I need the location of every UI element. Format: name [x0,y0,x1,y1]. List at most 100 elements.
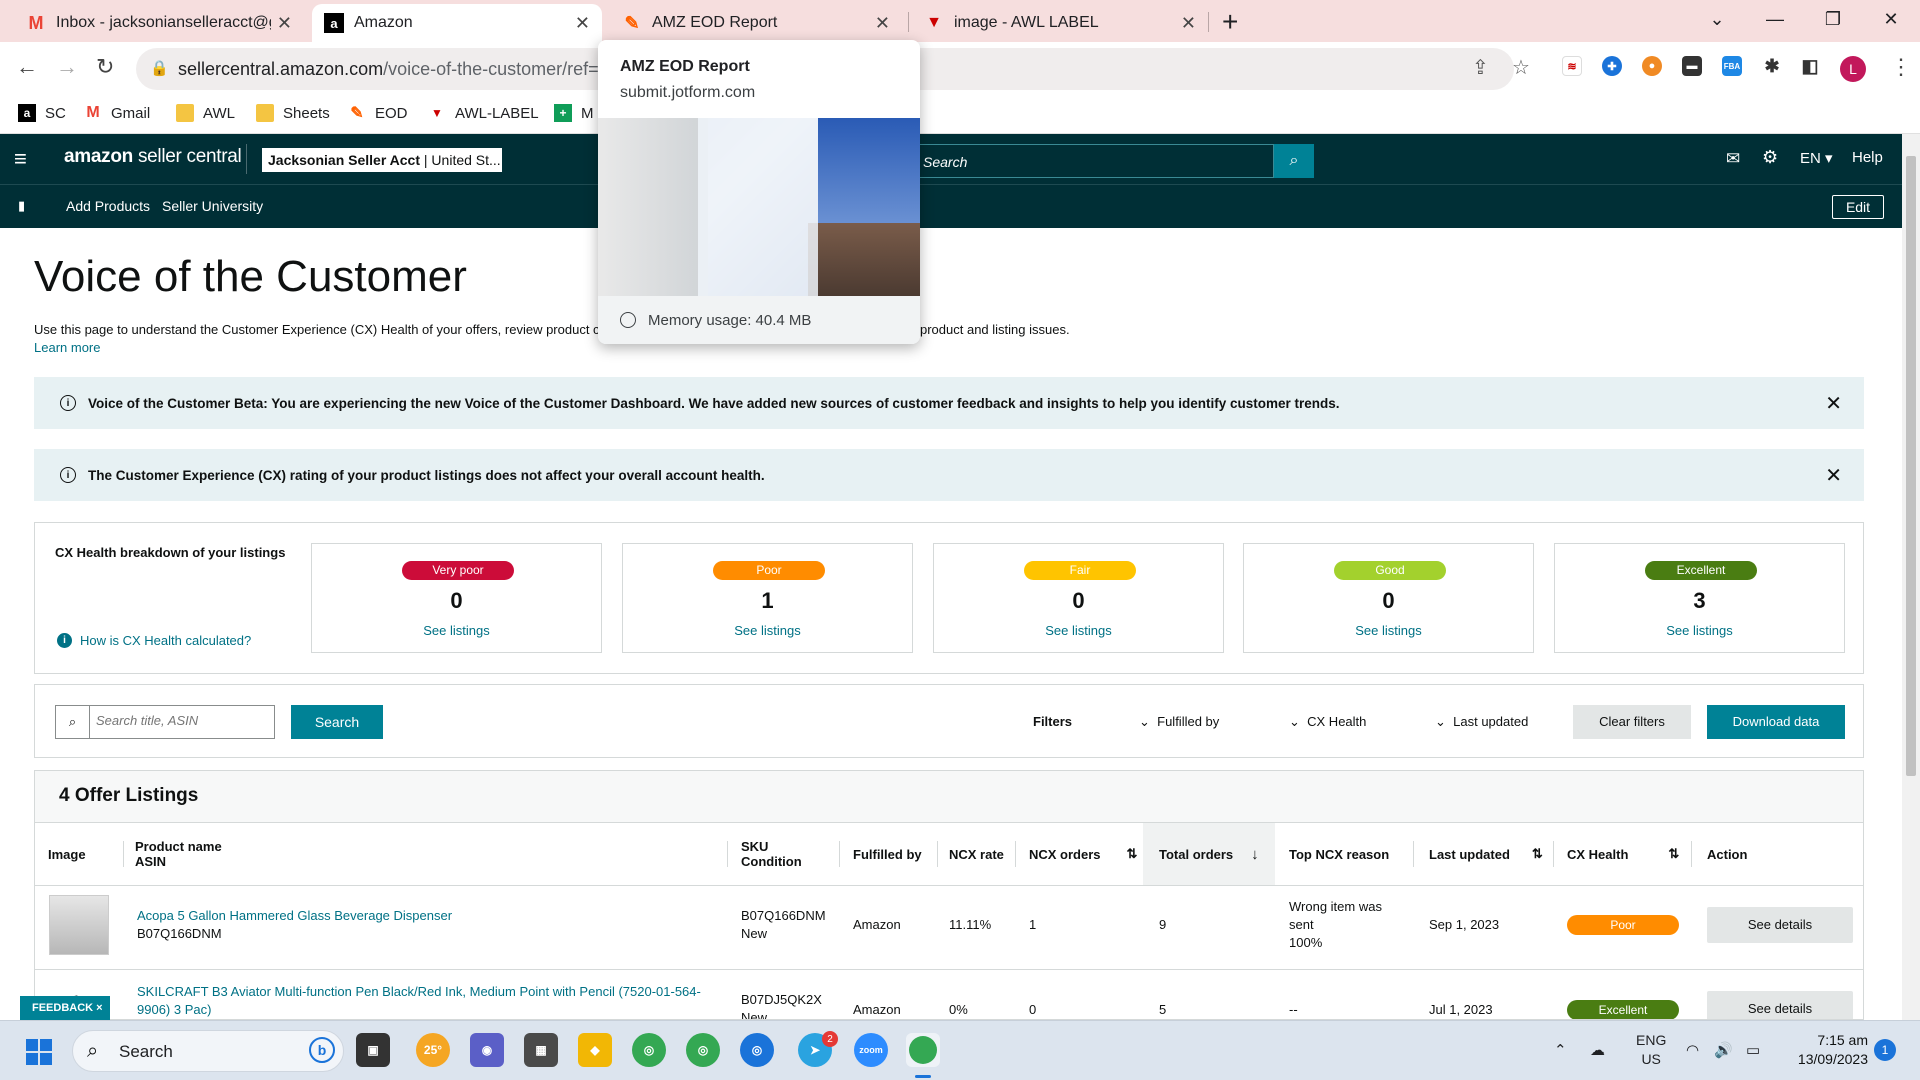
app-icon[interactable]: ◆ [578,1033,612,1067]
tab-awl-label[interactable]: ▼ image - AWL LABEL ✕ [912,4,1208,42]
fulfilled-by-filter[interactable]: ⌄ Fulfilled by [1139,714,1219,730]
notification-badge[interactable]: 1 [1874,1039,1896,1061]
extensions-puzzle-icon[interactable]: ✱ [1762,56,1782,76]
download-data-button[interactable]: Download data [1707,705,1845,739]
sort-icon[interactable]: ⇅ [1668,846,1679,862]
new-tab-button[interactable]: + [1222,6,1238,38]
see-details-button[interactable]: See details [1707,907,1853,943]
sort-icon[interactable]: ⇅ [1127,846,1138,862]
close-icon[interactable]: ✕ [1181,13,1196,34]
cx-health-how-link[interactable]: i How is CX Health calculated? [57,633,251,648]
bing-icon[interactable]: b [309,1037,335,1063]
see-listings-link[interactable]: See listings [1555,623,1844,638]
seller-central-search-input[interactable]: Search [912,144,1274,178]
bookmark-icon[interactable]: ▮ [18,198,25,214]
language-indicator[interactable]: ENG US [1636,1031,1666,1069]
col-product-name[interactable]: Product name ASIN [127,823,222,885]
tab-amazon[interactable]: a Amazon ✕ [312,4,602,42]
learn-more-link[interactable]: Learn more [34,340,100,355]
bookmark-awl-label[interactable]: ▼ AWL-LABEL [428,104,539,122]
extension-icon[interactable]: ▬ [1682,56,1702,76]
feedback-button[interactable]: FEEDBACK × [20,996,110,1020]
bookmark-gmail[interactable]: M Gmail [84,104,150,122]
chrome-icon[interactable]: ◎ [686,1033,720,1067]
nav-seller-university[interactable]: Seller University [162,198,263,214]
see-details-button[interactable]: See details [1707,991,1853,1019]
extension-icon[interactable]: ≋ [1562,56,1582,76]
windows-start-icon[interactable] [26,1039,52,1065]
clock[interactable]: 7:15 am 13/09/2023 [1788,1031,1868,1069]
bookmark-m[interactable]: + M [554,104,594,122]
chrome-active-icon[interactable] [906,1033,940,1067]
seller-central-logo[interactable]: amazon seller central [64,146,242,168]
bookmark-star-icon[interactable]: ☆ [1512,55,1530,80]
product-thumbnail[interactable] [49,895,109,955]
last-updated-filter[interactable]: ⌄ Last updated [1435,714,1528,730]
sort-icon[interactable]: ⇅ [1532,846,1543,862]
mail-icon[interactable]: ✉ [1726,149,1740,169]
sort-desc-icon[interactable]: ↓ [1251,846,1259,863]
extension-icon[interactable]: ● [1642,56,1662,76]
back-icon[interactable]: ← [16,54,38,80]
see-listings-link[interactable]: See listings [934,623,1223,638]
product-name-link[interactable]: Acopa 5 Gallon Hammered Glass Beverage D… [137,907,452,925]
language-selector[interactable]: EN ▾ [1800,149,1833,167]
nav-add-products[interactable]: Add Products [66,198,150,214]
see-listings-link[interactable]: See listings [312,623,601,638]
cx-health-filter[interactable]: ⌄ CX Health [1289,714,1366,730]
listing-search-input[interactable] [96,713,266,728]
volume-icon[interactable]: 🔊 [1714,1041,1733,1059]
taskbar-search[interactable]: ⌕ Search b [72,1030,344,1072]
help-link[interactable]: Help [1852,149,1883,166]
scrollbar-thumb[interactable] [1906,156,1916,776]
col-cx-health[interactable]: CX Health ⇅ [1559,823,1679,885]
extension-icon[interactable]: ✚ [1602,56,1622,76]
product-name-link[interactable]: SKILCRAFT B3 Aviator Multi-function Pen … [137,983,701,1019]
tab-search-icon[interactable]: ⌄ [1688,0,1746,42]
chrome-icon[interactable]: ◎ [632,1033,666,1067]
calculator-icon[interactable]: ▦ [524,1033,558,1067]
forward-icon[interactable]: → [56,54,78,80]
minimize-icon[interactable]: — [1746,0,1804,42]
battery-icon[interactable]: ▭ [1746,1041,1760,1059]
task-view-icon[interactable]: ▣ [356,1033,390,1067]
account-switcher[interactable]: Jacksonian Seller Acct | United St... [262,148,502,172]
col-ncx-orders[interactable]: NCX orders ⇅ [1021,823,1137,885]
extension-icon[interactable]: FBA [1722,56,1742,76]
page-scrollbar[interactable] [1902,134,1920,1020]
gear-icon[interactable]: ⚙ [1762,147,1778,168]
restore-icon[interactable]: ❐ [1804,0,1862,42]
edit-button[interactable]: Edit [1832,195,1884,219]
col-sku[interactable]: SKU Condition [733,823,802,885]
weather-icon[interactable]: 25° [416,1033,450,1067]
close-icon[interactable]: ✕ [575,13,590,34]
col-total-orders[interactable]: Total orders ↓ [1151,823,1259,885]
search-icon[interactable]: ⌕ [1274,144,1314,178]
col-fulfilled-by[interactable]: Fulfilled by [845,823,922,885]
col-last-updated[interactable]: Last updated ⇅ [1421,823,1543,885]
hamburger-menu-icon[interactable]: ≡ [14,146,27,172]
close-icon[interactable]: ✕ [1825,463,1842,488]
close-icon[interactable]: ✕ [1825,391,1842,416]
see-listings-link[interactable]: See listings [623,623,912,638]
close-icon[interactable]: ✕ [277,13,292,34]
reload-icon[interactable]: ↻ [96,54,114,80]
cloud-icon[interactable]: ☁ [1590,1041,1605,1059]
search-button[interactable]: Search [291,705,383,739]
bookmark-sc[interactable]: a SC [18,104,66,122]
col-ncx-rate[interactable]: NCX rate [941,823,1004,885]
profile-avatar[interactable]: L [1840,56,1866,82]
close-window-icon[interactable]: ✕ [1862,0,1920,42]
chrome-icon[interactable]: ◎ [740,1033,774,1067]
tab-gmail[interactable]: M Inbox - jacksonianselleracct@gm ✕ [14,4,304,42]
tab-eod-report[interactable]: ✎ AMZ EOD Report ✕ [610,4,902,42]
bookmark-eod[interactable]: ✎ EOD [348,104,407,123]
side-panel-icon[interactable]: ◧ [1800,56,1820,76]
chevron-up-icon[interactable]: ⌃ [1554,1041,1567,1059]
close-icon[interactable]: ✕ [875,13,890,34]
see-listings-link[interactable]: See listings [1244,623,1533,638]
bookmark-sheets[interactable]: Sheets [256,104,330,122]
zoom-icon[interactable]: zoom [854,1033,888,1067]
share-icon[interactable]: ⇪ [1472,55,1489,80]
menu-icon[interactable]: ⋮ [1890,54,1912,80]
